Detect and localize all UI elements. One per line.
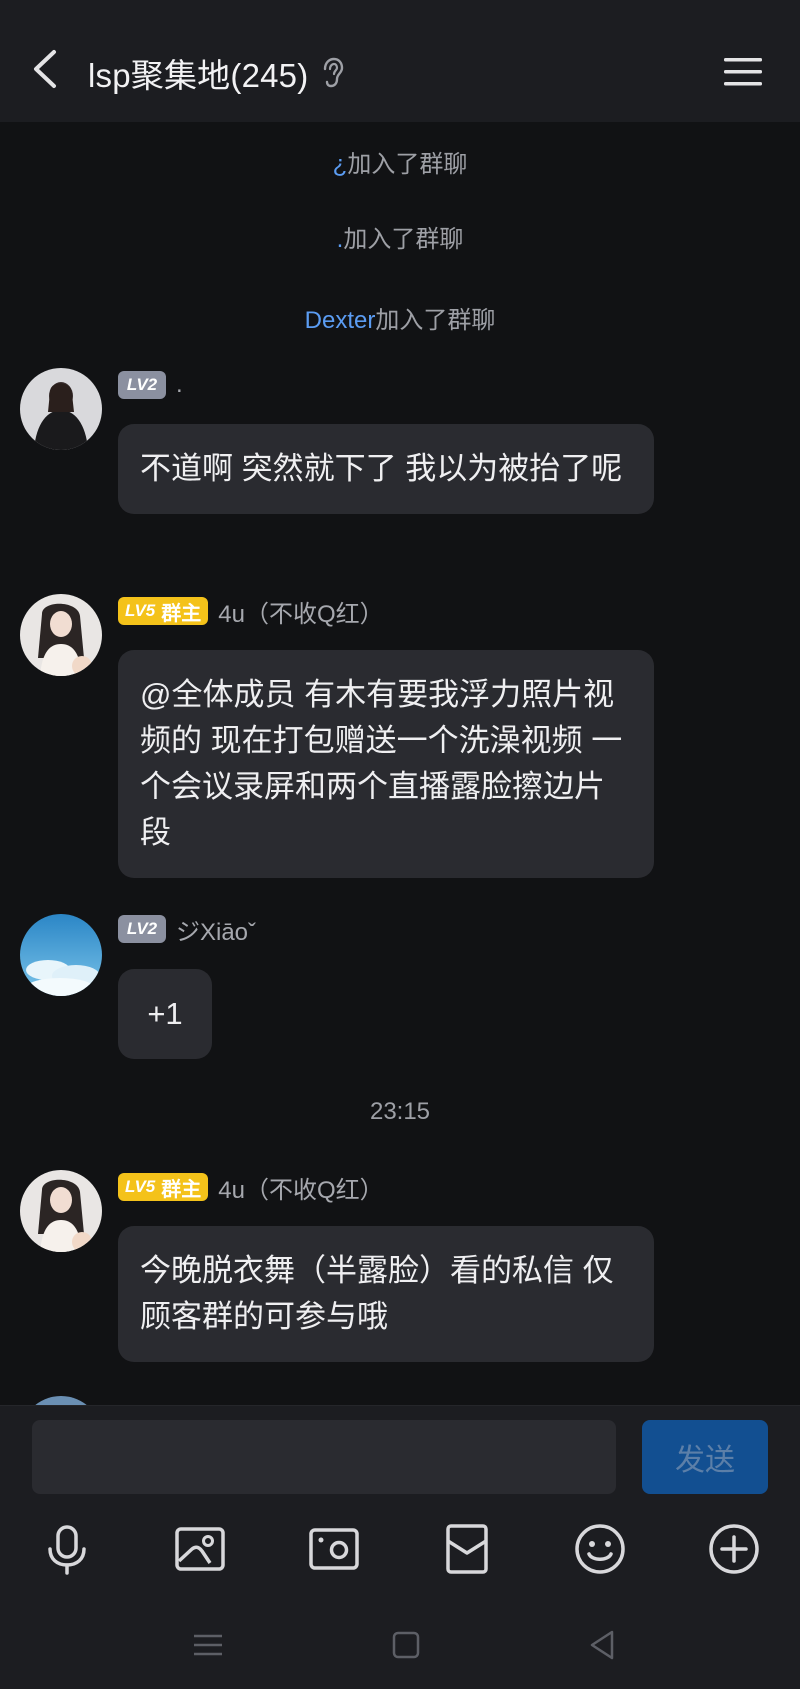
message-meta: LV5 群主 4u（不收Q红） xyxy=(118,1170,384,1204)
send-button[interactable]: 发送 xyxy=(642,1420,768,1494)
message-bubble[interactable]: 今晚脱衣舞（半露脸）看的私信 仅顾客群的可参与哦 xyxy=(118,1226,654,1362)
microphone-icon[interactable] xyxy=(39,1521,95,1577)
avatar[interactable] xyxy=(20,1170,102,1252)
level-badge: LV5 群主 xyxy=(118,1173,209,1201)
message-timestamp: 23:15 xyxy=(369,1098,431,1125)
avatar[interactable] xyxy=(20,368,102,450)
avatar[interactable] xyxy=(20,594,102,676)
member-name-link[interactable]: ¿ xyxy=(333,151,348,178)
avatar[interactable] xyxy=(20,914,102,996)
avatar[interactable] xyxy=(20,1396,102,1405)
owner-role-label: 群主 xyxy=(161,602,202,625)
hamburger-menu-icon[interactable] xyxy=(722,52,764,92)
system-nav-bar xyxy=(0,1603,800,1689)
system-message: .加入了群聊 xyxy=(336,226,464,253)
message-meta: LV2 ジXiāoˇ xyxy=(118,912,256,946)
message-input[interactable] xyxy=(32,1420,616,1494)
camera-icon[interactable] xyxy=(306,1521,362,1577)
title-area[interactable]: lsp聚集地(245) xyxy=(88,48,346,98)
level-badge: LV2 xyxy=(118,371,166,399)
back-icon[interactable] xyxy=(584,1627,620,1663)
home-icon[interactable] xyxy=(388,1627,424,1663)
message-meta: LV5 群主 4u（不收Q红） xyxy=(118,594,384,628)
message-list[interactable]: ¿加入了群聊 .加入了群聊 Dexter加入了群聊 LV2 . 不道啊 突然就下… xyxy=(0,122,800,1405)
message-bubble[interactable]: 不道啊 突然就下了 我以为被抬了呢 xyxy=(118,424,654,514)
sender-nickname[interactable]: 4u（不收Q红） xyxy=(218,594,383,629)
owner-role-label: 群主 xyxy=(161,1178,202,1201)
ear-icon[interactable] xyxy=(320,57,346,89)
message-bubble[interactable]: @全体成员 有木有要我浮力照片视频的 现在打包赠送一个洗澡视频 一个会议录屏和两… xyxy=(118,650,654,878)
input-toolbar xyxy=(0,1499,800,1603)
sender-nickname[interactable]: . xyxy=(176,371,183,399)
message-meta: LV2 . xyxy=(118,368,183,402)
sender-nickname[interactable]: ジXiāoˇ xyxy=(176,912,256,947)
member-name-link[interactable]: Dexter xyxy=(305,307,376,334)
message-composer: 发送 xyxy=(0,1405,800,1499)
system-message: Dexter加入了群聊 xyxy=(304,307,496,334)
message-bubble[interactable]: +1 xyxy=(118,969,212,1059)
plus-icon[interactable] xyxy=(706,1521,762,1577)
sender-nickname[interactable]: 4u（不收Q红） xyxy=(218,1170,383,1205)
group-title: lsp聚集地(245) xyxy=(88,57,309,94)
chevron-left-icon[interactable] xyxy=(26,44,66,94)
chat-header: lsp聚集地(245) xyxy=(0,0,800,122)
system-message: ¿加入了群聊 xyxy=(332,151,468,178)
emoji-icon[interactable] xyxy=(572,1521,628,1577)
recent-apps-icon[interactable] xyxy=(190,1627,226,1663)
level-badge: LV5 群主 xyxy=(118,597,209,625)
red-packet-icon[interactable] xyxy=(439,1521,495,1577)
image-icon[interactable] xyxy=(172,1521,228,1577)
level-badge: LV2 xyxy=(118,915,166,943)
